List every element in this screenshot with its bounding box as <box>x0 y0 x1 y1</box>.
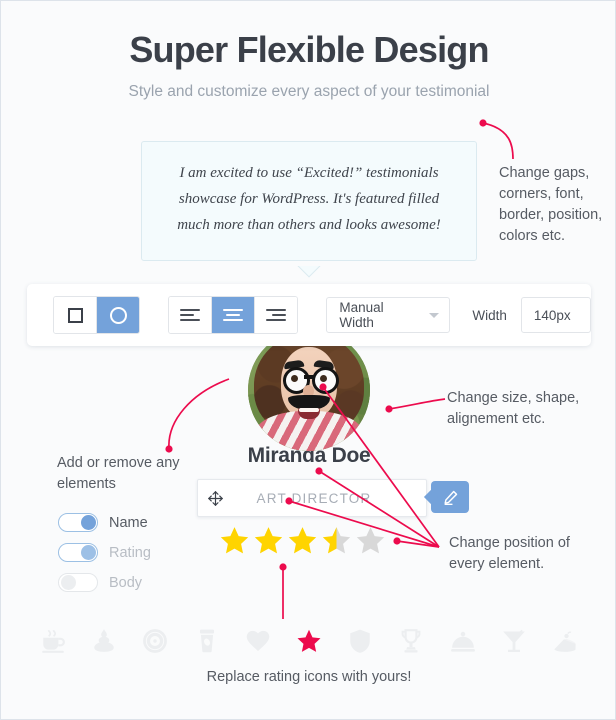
star-icon[interactable] <box>355 525 386 556</box>
toggle-row-body: Body <box>58 573 142 592</box>
shape-button-group <box>53 296 141 334</box>
star-icon[interactable] <box>289 619 329 663</box>
star-icon[interactable] <box>287 525 318 556</box>
page-subtitle: Style and customize every aspect of your… <box>128 83 490 100</box>
cocktail-icon[interactable] <box>494 619 534 663</box>
square-icon <box>67 307 83 323</box>
annotation-avatar: Change size, shape, alignement etc. <box>447 390 580 427</box>
toggle-name[interactable] <box>58 513 98 532</box>
width-mode-value: Manual Width <box>339 300 384 330</box>
toggle-row-name: Name <box>58 513 148 532</box>
annotation-position: Change position of every element. <box>449 535 570 572</box>
toggle-label-body: Body <box>109 574 143 591</box>
circle-icon <box>109 306 127 324</box>
elements-panel-heading: Add or remove any elements <box>57 455 180 492</box>
align-center-icon <box>223 309 244 321</box>
move-icon[interactable] <box>198 490 232 507</box>
star-icon[interactable] <box>253 525 284 556</box>
star-icon[interactable] <box>321 525 352 556</box>
star-icon[interactable] <box>219 525 250 556</box>
rating-icon-strip <box>1 619 615 663</box>
toggle-row-rating: Rating <box>58 543 151 562</box>
avatar-glasses-bridge <box>304 375 314 379</box>
toggle-body[interactable] <box>58 573 98 592</box>
rating-stars[interactable] <box>219 525 386 556</box>
testimonial-quote-text: I am excited to use “Excited!” testimoni… <box>177 165 441 233</box>
width-mode-select[interactable]: Manual Width <box>326 297 451 333</box>
pencil-icon <box>443 490 457 505</box>
shield-icon[interactable] <box>340 619 380 663</box>
trophy-icon[interactable] <box>391 619 431 663</box>
design-showcase-page: Super Flexible Design Style and customiz… <box>0 0 616 720</box>
icon-strip-caption: Replace rating icons with yours! <box>206 669 412 685</box>
cake-slice-icon[interactable] <box>545 619 585 663</box>
width-field-label: Width <box>472 307 507 323</box>
coffee-cup-icon[interactable] <box>33 619 73 663</box>
align-right-button[interactable] <box>255 297 298 333</box>
avatar-glasses-lens-right <box>312 367 339 394</box>
avatar[interactable] <box>248 329 370 451</box>
page-title: Super Flexible Design <box>129 29 489 70</box>
chevron-down-icon <box>429 312 440 318</box>
width-input[interactable]: 140px <box>520 297 591 333</box>
align-left-button[interactable] <box>169 297 213 333</box>
person-role: ART DIRECTOR <box>256 490 372 506</box>
role-field-row[interactable]: ART DIRECTOR <box>197 479 427 517</box>
cloche-icon[interactable] <box>443 619 483 663</box>
togo-cup-icon[interactable] <box>187 619 227 663</box>
align-center-button[interactable] <box>212 297 256 333</box>
square-shape-button[interactable] <box>54 297 98 333</box>
align-left-icon <box>180 309 201 321</box>
toggle-rating[interactable] <box>58 543 98 562</box>
width-input-value: 140px <box>533 307 571 323</box>
vinyl-record-icon[interactable] <box>135 619 175 663</box>
ice-cream-icon[interactable] <box>84 619 124 663</box>
toggle-label-rating: Rating <box>109 544 151 561</box>
edit-button[interactable] <box>431 481 469 513</box>
annotation-style: Change gaps, corners, font, border, posi… <box>499 165 603 244</box>
alignment-button-group <box>168 296 299 334</box>
quote-bubble-tail <box>295 266 323 280</box>
style-toolbar: Manual Width Width 140px <box>27 284 591 346</box>
testimonial-quote-box: I am excited to use “Excited!” testimoni… <box>141 141 477 261</box>
toggle-label-name: Name <box>109 514 148 531</box>
circle-shape-button[interactable] <box>97 297 140 333</box>
align-right-icon <box>266 309 287 321</box>
heart-icon[interactable] <box>238 619 278 663</box>
